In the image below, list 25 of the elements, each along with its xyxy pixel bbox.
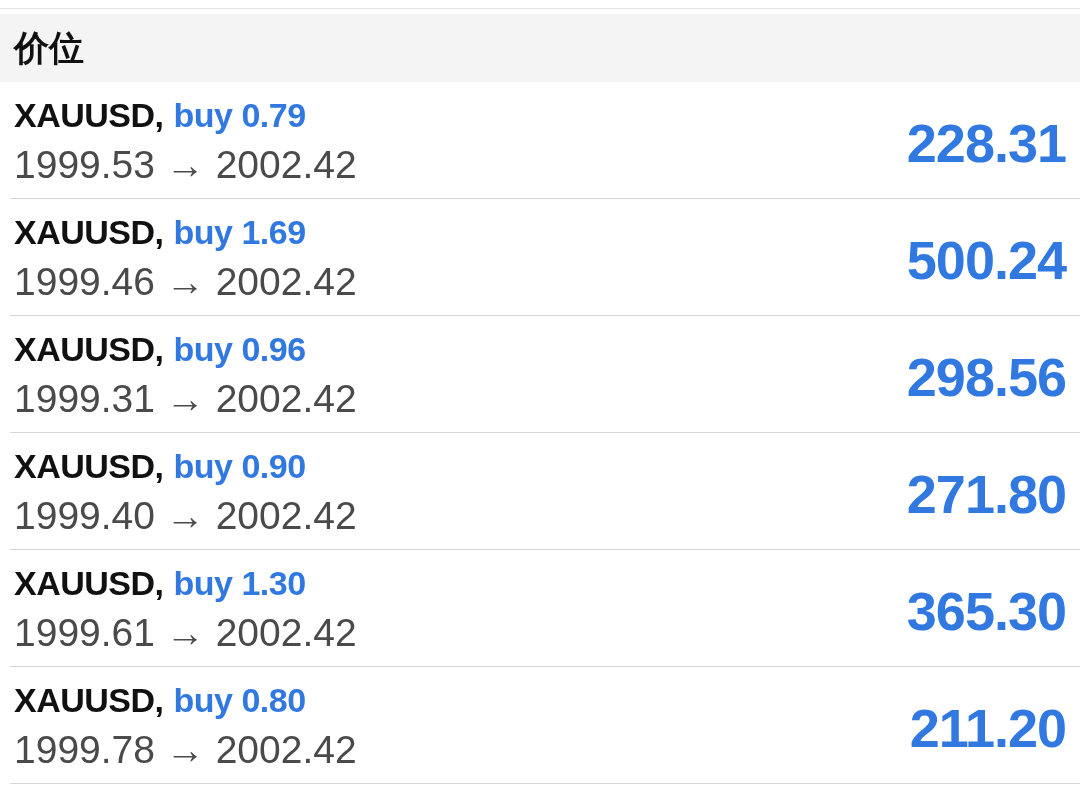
order-label: buy 0.79 <box>173 95 306 135</box>
symbol-label: XAUUSD, <box>14 680 164 720</box>
price-change-label: 1999.40 → 2002.42 <box>14 493 357 539</box>
profit-value: 365.30 <box>906 580 1066 642</box>
price-change-label: 1999.31 → 2002.42 <box>14 376 357 422</box>
profit-value: 228.31 <box>906 112 1066 174</box>
symbol-label: XAUUSD, <box>14 212 164 252</box>
price-change-label: 1999.61 → 2002.42 <box>14 610 357 656</box>
symbol-label: XAUUSD, <box>14 446 164 486</box>
price-change-label: 1999.78 → 2002.42 <box>14 727 357 773</box>
profit-value: 271.80 <box>906 463 1066 525</box>
order-label: buy 1.69 <box>173 212 306 252</box>
profit-value: 298.56 <box>906 346 1066 408</box>
price-change-label: 1999.53 → 2002.42 <box>14 142 357 188</box>
symbol-label: XAUUSD, <box>14 329 164 369</box>
order-label: buy 0.96 <box>173 329 306 369</box>
symbol-label: XAUUSD, <box>14 563 164 603</box>
order-label: buy 1.30 <box>173 563 306 603</box>
price-change-label: 1999.46 → 2002.42 <box>14 259 357 305</box>
profit-value: 500.24 <box>906 229 1066 291</box>
order-label: buy 0.90 <box>173 446 306 486</box>
section-header: 价位 <box>0 14 1080 82</box>
order-label: buy 0.80 <box>173 680 306 720</box>
symbol-label: XAUUSD, <box>14 95 164 135</box>
profit-value: 211.20 <box>909 697 1066 759</box>
